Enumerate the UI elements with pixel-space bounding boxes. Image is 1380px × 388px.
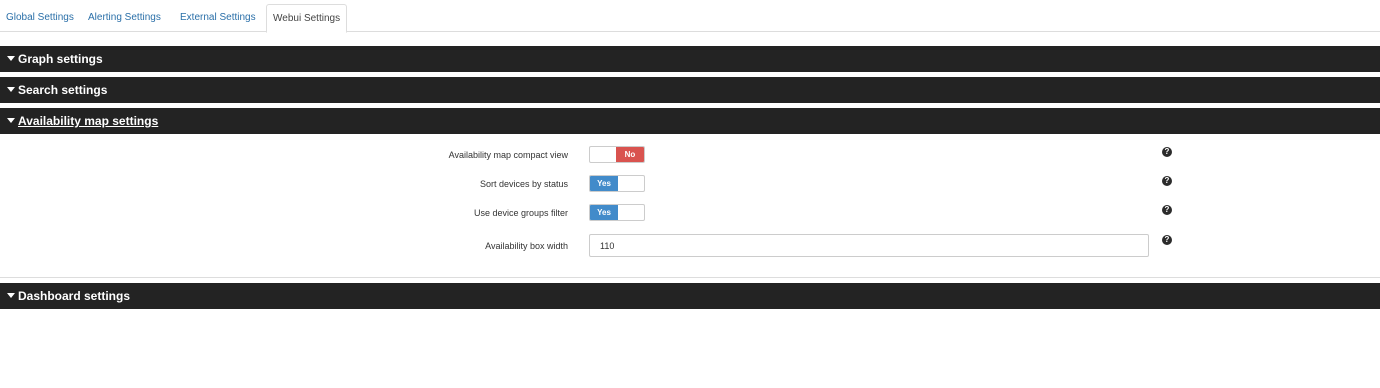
setting-row-box-width: Availability box width ? bbox=[0, 234, 1380, 257]
caret-down-icon bbox=[7, 56, 15, 62]
panel-divider bbox=[0, 277, 1380, 278]
sort-by-status-toggle[interactable]: Yes bbox=[589, 175, 645, 192]
question-circle-icon[interactable]: ? bbox=[1162, 235, 1172, 245]
section-title: Graph settings bbox=[18, 52, 103, 66]
section-dashboard-settings[interactable]: Dashboard settings bbox=[0, 283, 1380, 309]
section-title: Dashboard settings bbox=[18, 289, 131, 303]
setting-row-sort-by-status: Sort devices by status Yes ? bbox=[0, 175, 1380, 197]
setting-row-compact-view: Availability map compact view No ? bbox=[0, 146, 1380, 168]
settings-tabs: Global Settings Alerting Settings Extern… bbox=[0, 0, 1380, 33]
caret-down-icon bbox=[7, 293, 15, 299]
setting-label: Use device groups filter bbox=[473, 208, 568, 218]
device-groups-filter-toggle[interactable]: Yes bbox=[589, 204, 645, 221]
tab-external-settings[interactable]: External Settings bbox=[174, 4, 262, 32]
toggle-state: No bbox=[616, 147, 644, 162]
toggle-state: Yes bbox=[590, 205, 618, 220]
tab-alerting-settings[interactable]: Alerting Settings bbox=[82, 4, 167, 32]
section-availability-map-settings[interactable]: Availability map settings bbox=[0, 108, 1380, 134]
setting-row-device-groups-filter: Use device groups filter Yes ? bbox=[0, 204, 1380, 226]
tab-webui-settings[interactable]: Webui Settings bbox=[266, 4, 348, 33]
question-circle-icon[interactable]: ? bbox=[1162, 205, 1172, 215]
caret-down-icon bbox=[7, 87, 15, 93]
setting-label: Sort devices by status bbox=[479, 179, 568, 189]
section-search-settings[interactable]: Search settings bbox=[0, 77, 1380, 103]
question-circle-icon[interactable]: ? bbox=[1162, 147, 1172, 157]
toggle-state: Yes bbox=[590, 176, 618, 191]
tab-global-settings[interactable]: Global Settings bbox=[0, 4, 80, 32]
setting-label: Availability map compact view bbox=[448, 150, 568, 160]
section-title: Search settings bbox=[18, 83, 108, 97]
caret-down-icon bbox=[7, 118, 15, 124]
setting-label: Availability box width bbox=[485, 241, 568, 251]
section-graph-settings[interactable]: Graph settings bbox=[0, 46, 1380, 72]
question-circle-icon[interactable]: ? bbox=[1162, 176, 1172, 186]
compact-view-toggle[interactable]: No bbox=[589, 146, 645, 163]
box-width-input[interactable] bbox=[589, 234, 1149, 257]
section-title: Availability map settings bbox=[18, 114, 159, 128]
